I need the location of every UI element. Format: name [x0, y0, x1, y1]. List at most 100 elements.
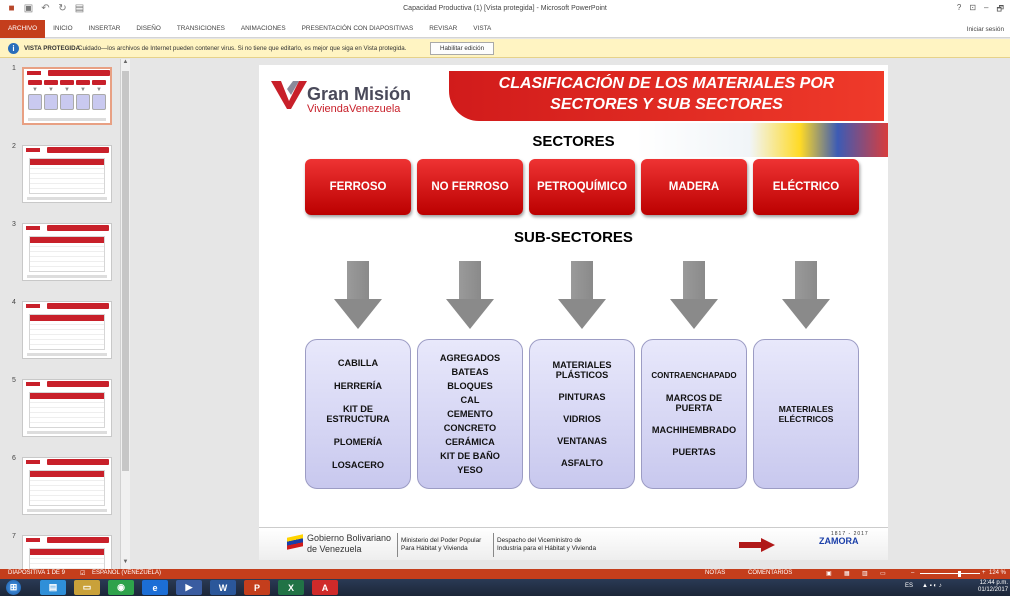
thumbnail-number: 2 [12, 143, 16, 150]
enable-editing-button[interactable]: Habilitar edición [430, 42, 494, 55]
tab-archivo[interactable]: ARCHIVO [0, 20, 46, 38]
subsectores-heading: SUB-SECTORES [514, 229, 633, 246]
thumbnail-slide-2[interactable] [22, 145, 112, 203]
sign-in-link[interactable]: Iniciar sesión [967, 26, 1004, 33]
down-arrow-icon [334, 261, 382, 329]
thumbnail-row-5[interactable]: 5 [0, 377, 120, 439]
thumbnail-row-4[interactable]: 4 [0, 299, 120, 361]
subsector-item: YESO [457, 465, 483, 475]
explorer-icon[interactable]: ▤ [40, 580, 66, 595]
tab-vista[interactable]: VISTA [465, 20, 499, 38]
restore-button[interactable]: 🗗 [996, 3, 1004, 17]
acrobat-icon[interactable]: A [312, 580, 338, 595]
tab-inicio[interactable]: INICIO [45, 20, 81, 38]
zoom-in-icon[interactable]: + [982, 570, 986, 576]
tab-diseno[interactable]: DISEÑO [128, 20, 169, 38]
spell-check-icon[interactable]: ☑ [80, 570, 85, 577]
slide-editing-area: Gran Misión ViviendaVenezuela CLASIFICAC… [131, 59, 1010, 569]
thumbnail-row-6[interactable]: 6 [0, 455, 120, 517]
language-indicator[interactable]: ESPAÑOL (VENEZUELA) [92, 570, 161, 576]
thumbnail-row-3[interactable]: 3 [0, 221, 120, 283]
ribbon-display-options-button[interactable]: ⊡ [969, 3, 976, 17]
subsector-item: BATEAS [451, 367, 489, 377]
subsector-item: VENTANAS [557, 436, 607, 446]
sector-madera: MADERA [641, 159, 747, 215]
protected-view-title: VISTA PROTEGIDA [24, 45, 81, 52]
folder-icon[interactable]: ▭ [74, 580, 100, 595]
sector-petroquimico: PETROQUÍMICO [529, 159, 635, 215]
tab-presentacion[interactable]: PRESENTACIÓN CON DIAPOSITIVAS [294, 20, 422, 38]
subsector-item: KIT DE BAÑO [440, 451, 500, 461]
reading-view-icon[interactable]: ▥ [862, 570, 868, 577]
thumbnail-slide-6[interactable] [22, 457, 112, 515]
windows-taskbar: ⊞ ▤ ▭ ◉ e ▶ W P X A ES ▲ ▪ ◐ ♪ 12:44 p.m… [0, 579, 1010, 596]
scroll-down-arrow-icon[interactable]: ▼ [121, 559, 130, 569]
thumbnail-number: 1 [12, 65, 16, 72]
ribbon: ARCHIVO INICIO INSERTAR DISEÑO TRANSICIO… [0, 20, 1010, 38]
powerpoint-icon[interactable]: P [244, 580, 270, 595]
word-icon[interactable]: W [210, 580, 236, 595]
notes-button[interactable]: NOTAS [705, 570, 725, 576]
tab-revisar[interactable]: REVISAR [421, 20, 465, 38]
slide-sorter-icon[interactable]: ▦ [844, 570, 850, 577]
brand-line2: ViviendaVenezuela [307, 103, 401, 115]
subsector-item: LOSACERO [331, 460, 385, 470]
slide-counter: DIAPOSITIVA 1 DE 9 [8, 570, 65, 576]
thumbnail-slide-7[interactable] [22, 535, 112, 569]
powerpoint-window: ■ ▣ ↶ ↻ ▤ Capacidad Productiva (1) [Vist… [0, 0, 1010, 596]
input-language[interactable]: ES [905, 583, 913, 589]
thumbnail-row-2[interactable]: 2 [0, 143, 120, 205]
zoom-slider[interactable] [920, 573, 980, 574]
sectores-heading: SECTORES [532, 133, 615, 150]
zoom-slider-knob[interactable] [958, 571, 961, 577]
internet-explorer-icon[interactable]: e [142, 580, 168, 595]
thumbnail-slide-5[interactable] [22, 379, 112, 437]
protected-view-message: Cuidado—los archivos de Internet pueden … [78, 45, 407, 52]
start-button-icon[interactable]: ⊞ [6, 580, 21, 595]
zoom-out-icon[interactable]: – [911, 570, 914, 576]
thumbnail-slide-1[interactable] [22, 67, 112, 125]
despacho-line2: Industria para el Hábitat y Vivienda [497, 545, 596, 552]
slide-thumbnails-panel: 1 2 3 4 [0, 59, 131, 569]
slide-title-line1: CLASIFICACIÓN DE LOS MATERIALES POR [498, 75, 835, 92]
thumbnail-row-7[interactable]: 7 [0, 533, 120, 569]
tab-insertar[interactable]: INSERTAR [81, 20, 129, 38]
system-tray-icons[interactable]: ▲ ▪ ◐ ♪ [922, 583, 942, 589]
sector-no-ferroso: NO FERROSO [417, 159, 523, 215]
subsector-box-petroquimico: MATERIALES PLÁSTICOS PINTURAS VIDRIOS VE… [529, 339, 635, 489]
slideshow-view-icon[interactable]: ▭ [880, 570, 886, 577]
slide-footer: Gobierno Bolivariano de Venezuela Minist… [259, 527, 888, 560]
minimize-button[interactable]: – [984, 3, 988, 17]
thumbnail-slide-3[interactable] [22, 223, 112, 281]
ministry-line1: Ministerio del Poder Popular [401, 537, 482, 544]
slide-title-banner: CLASIFICACIÓN DE LOS MATERIALES POR SECT… [449, 71, 884, 121]
sector-electrico: ELÉCTRICO [753, 159, 859, 215]
current-slide[interactable]: Gran Misión ViviendaVenezuela CLASIFICAC… [259, 65, 888, 560]
tab-animaciones[interactable]: ANIMACIONES [233, 20, 294, 38]
subsector-item: KIT DE ESTRUCTURA [326, 404, 390, 424]
excel-icon[interactable]: X [278, 580, 304, 595]
subsector-item: CONCRETO [443, 423, 497, 433]
thumbnails-scrollbar[interactable]: ▲ ▼ [120, 59, 130, 569]
clock[interactable]: 12:44 p.m. 01/12/2017 [978, 580, 1008, 594]
scroll-up-arrow-icon[interactable]: ▲ [121, 59, 130, 69]
normal-view-icon[interactable]: ▣ [826, 570, 832, 577]
comments-button[interactable]: COMENTARIOS [748, 570, 792, 576]
down-arrow-icon [446, 261, 494, 329]
chrome-icon[interactable]: ◉ [108, 580, 134, 595]
thumbnail-row-1[interactable]: 1 [0, 65, 120, 127]
subsector-item: BLOQUES [447, 381, 493, 391]
zamora-logo-text: ZAMORA [819, 536, 859, 546]
brand-line1: Gran Misión [307, 84, 412, 104]
thumbnail-slide-4[interactable] [22, 301, 112, 359]
zoom-level[interactable]: 124 % [989, 570, 1006, 576]
subsector-item: CONTRAENCHAPADO [651, 371, 737, 380]
tab-transiciones[interactable]: TRANSICIONES [169, 20, 233, 38]
media-player-icon[interactable]: ▶ [176, 580, 202, 595]
help-button[interactable]: ? [957, 3, 961, 17]
title-bar: ■ ▣ ↶ ↻ ▤ Capacidad Productiva (1) [Vist… [0, 0, 1010, 20]
gobierno-line2: de Venezuela [307, 544, 362, 554]
subsector-item: PINTURAS [558, 392, 606, 402]
subsector-item: ASFALTO [560, 458, 604, 468]
scrollbar-thumb[interactable] [122, 71, 129, 471]
